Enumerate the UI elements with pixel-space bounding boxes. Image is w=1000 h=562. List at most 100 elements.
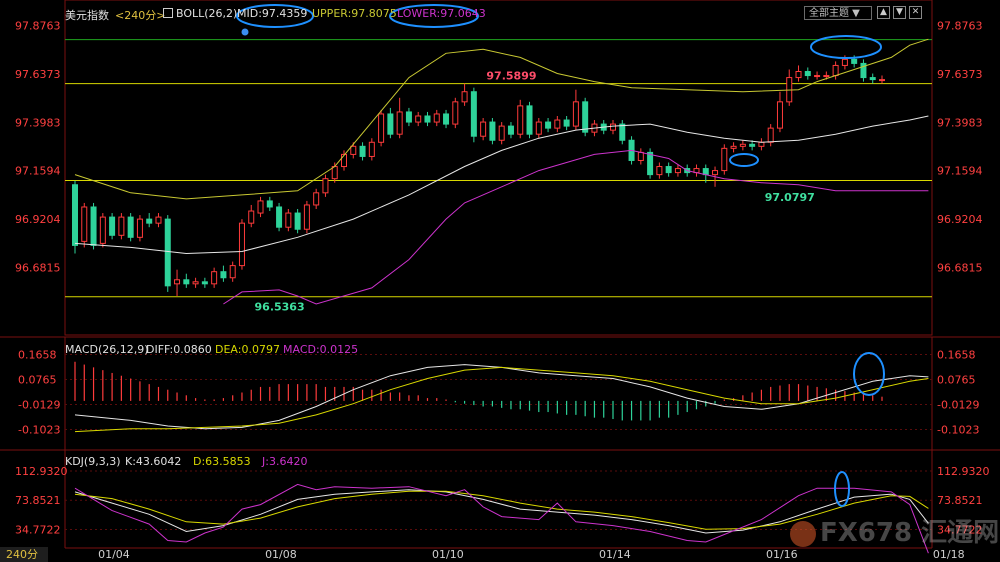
candle-body-17 [229,265,236,279]
marker-dot [241,28,249,36]
candle-body-47 [507,125,514,135]
candle-body-87 [879,79,885,82]
candle-body-6 [127,216,134,238]
time-label-0: 01/04 [98,548,130,561]
macd-dea-line [74,366,929,433]
candle-body-21 [266,200,273,208]
close-icon[interactable]: ✕ [909,6,922,19]
candle-body-18 [238,222,245,267]
price-tick-left-2: 97.3983 [15,116,61,129]
macd-tick-left-3: -0.1023 [18,423,60,436]
candle-body-38 [424,115,431,123]
kdj-tick-left-1: 73.8521 [15,494,61,507]
candle-body-76 [776,101,783,129]
candle-body-12 [183,279,190,285]
candle-body-1 [81,206,88,242]
price-tick-left-5: 96.6815 [15,261,61,274]
scroll-down-icon[interactable]: ▼ [893,6,906,19]
candle-body-63 [656,166,663,176]
candle-body-55 [582,101,589,133]
macd-diff-line [74,364,929,430]
candle-body-61 [637,151,644,161]
candle-body-14 [201,281,208,285]
indicator-toggle-icon[interactable] [163,8,173,18]
candle-body-42 [461,91,468,103]
time-label-3: 01/14 [599,548,631,561]
price-tick-right-2: 97.3983 [937,116,983,129]
price-tick-right-4: 96.9204 [937,213,983,226]
candle-body-65 [674,168,681,174]
candle-body-86 [869,77,876,81]
candle-body-48 [517,105,524,135]
price-panel-frame [64,0,933,336]
theme-select[interactable]: 全部主题 ▼ [804,6,872,20]
candle-body-11 [174,279,181,285]
period-label: <240分> [115,9,166,22]
candle-body-8 [146,218,153,224]
macd-tick-left-1: 0.0765 [18,374,57,387]
price-tick-right-1: 97.6373 [937,68,983,81]
price-annotation-2: 97.0797 [765,191,815,204]
candle-body-51 [545,121,552,129]
highlight-ellipse-macd [853,352,885,396]
watermark: FX678 汇通网 [790,512,999,549]
candle-body-2 [90,206,97,246]
time-label-4: 01/16 [766,548,798,561]
candle-body-59 [619,123,626,141]
boll-mid-value: MID:97.4359 [237,7,308,20]
period-tab[interactable]: 240分 [0,547,48,562]
macd-dea-value: DEA:0.0797 [215,343,280,356]
candle-body-43 [470,91,477,137]
chart-canvas[interactable]: 97.8763 97.8763 97.6373 97.6373 97.3983 97.39… [0,0,1000,562]
candle-body-3 [99,216,106,244]
candle-body-52 [554,119,561,129]
macd-tick-left-0: 0.1658 [18,349,57,362]
macd-tick-right-1: 0.0765 [937,374,976,387]
price-tick-right-0: 97.8763 [937,20,983,33]
candle-body-49 [526,105,533,135]
candle-body-23 [285,212,292,228]
candle-body-9 [155,216,162,224]
candle-body-4 [109,216,116,236]
time-label-2: 01/10 [432,548,464,561]
candle-body-31 [359,145,366,157]
price-tick-left-0: 97.8763 [15,20,61,33]
candle-body-20 [257,200,264,214]
candle-body-36 [405,111,412,123]
kdj-tick-right-0: 112.9320 [937,465,990,478]
candle-body-25 [303,204,310,230]
boll-lower-value: LOWER:97.0643 [397,7,486,20]
candle-body-74 [758,141,765,147]
candle-body-80 [814,75,821,78]
candle-body-10 [164,218,171,287]
candle-body-54 [572,101,579,127]
kdj-k-value: K:43.6042 [125,455,182,468]
candle-body-64 [665,166,672,174]
candle-body-30 [350,145,357,155]
price-tick-left-1: 97.6373 [15,68,61,81]
candle-body-84 [851,58,858,64]
candle-body-44 [480,121,487,137]
candle-body-46 [498,125,505,141]
candle-body-50 [535,121,542,135]
candle-body-68 [702,168,709,176]
macd-label: MACD(26,12,9) [65,343,149,356]
macd-tick-right-2: -0.0129 [937,398,979,411]
candle-body-73 [749,143,756,147]
boll-label: BOLL(26,2) [176,7,238,20]
candle-body-19 [248,210,255,224]
candle-body-28 [331,166,338,180]
candle-body-70 [721,147,728,172]
symbol-title: 美元指数 [65,9,109,22]
time-label-5: 01/18 [933,548,965,561]
candle-body-33 [378,113,385,143]
candle-body-32 [368,141,375,157]
time-label-1: 01/08 [265,548,297,561]
scroll-up-icon[interactable]: ▲ [877,6,890,19]
candle-body-78 [795,71,802,79]
macd-diff-value: DIFF:0.0860 [146,343,212,356]
candle-body-13 [192,281,199,285]
candle-body-53 [563,119,570,127]
candle-body-7 [136,218,143,238]
candle-body-69 [712,170,719,176]
